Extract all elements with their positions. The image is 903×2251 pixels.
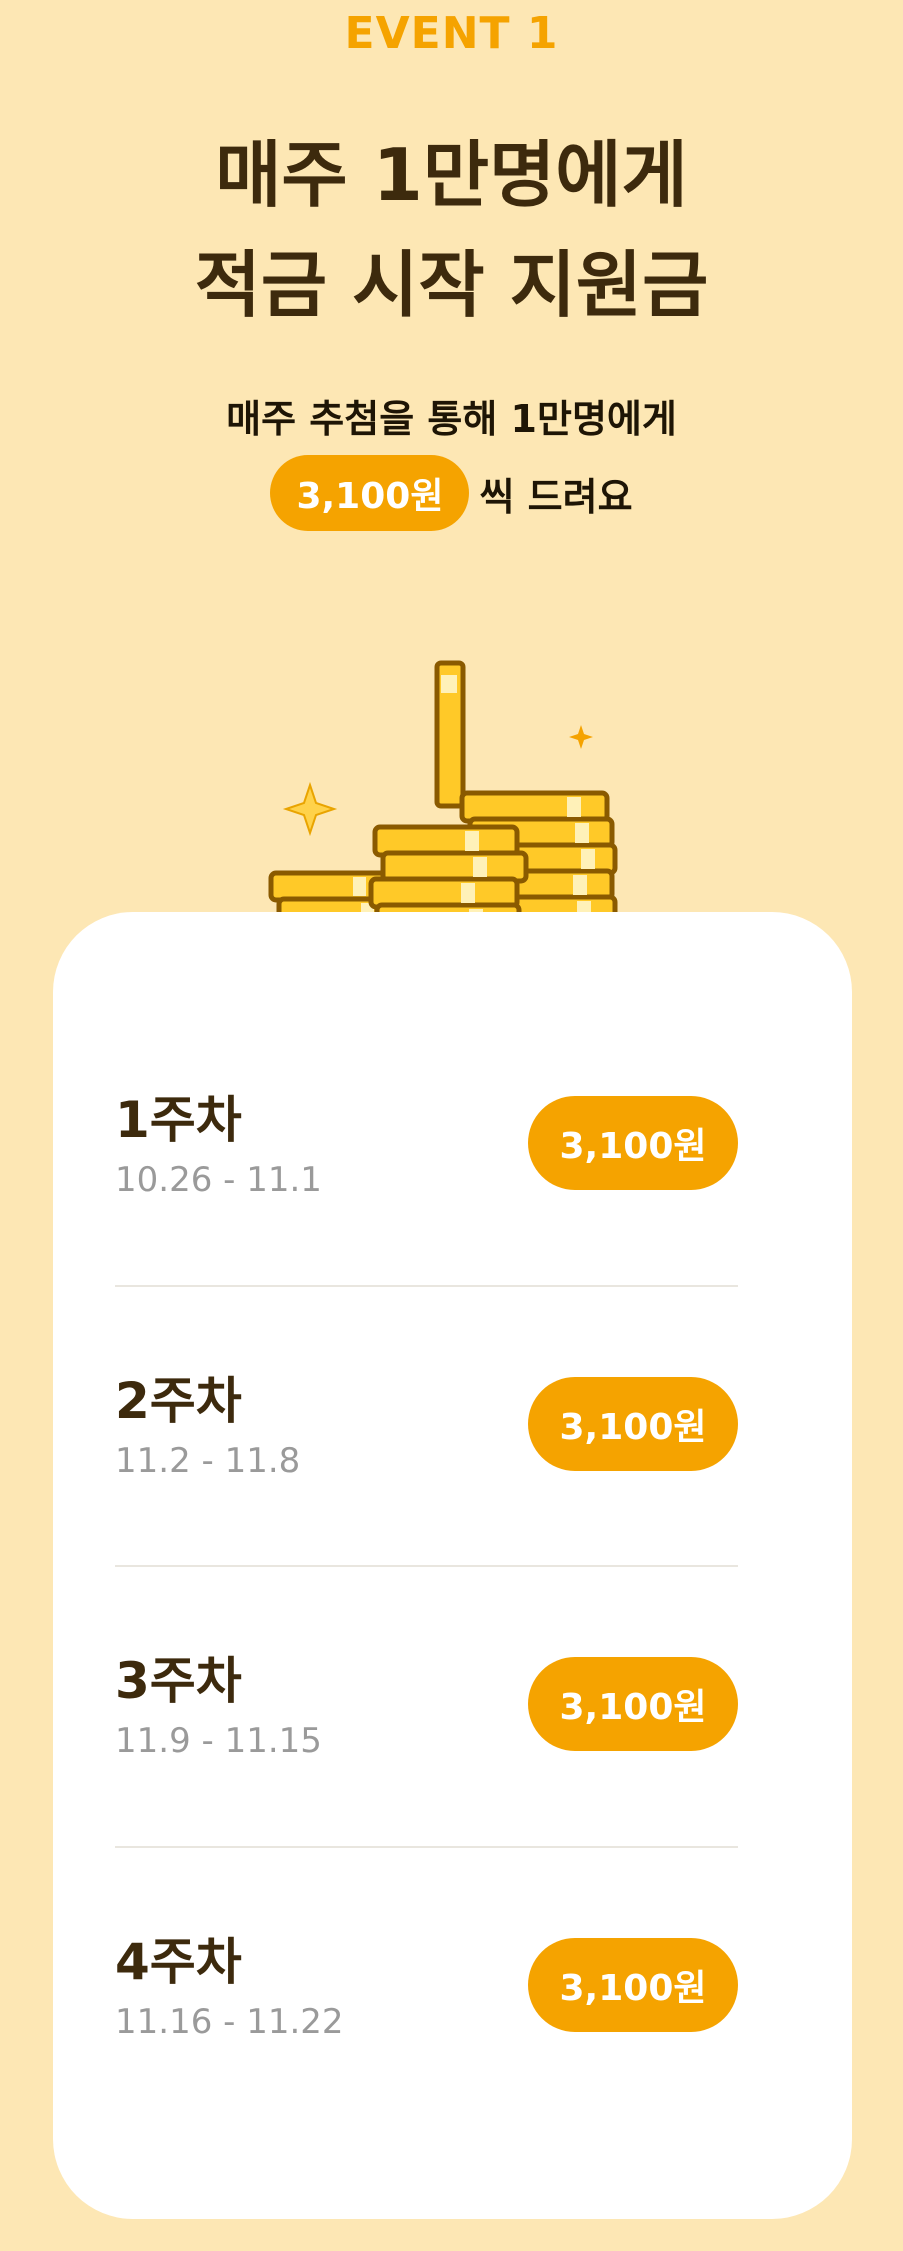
week-title: 2주차: [115, 1372, 242, 1430]
amount-badge: 3,100원: [270, 455, 470, 531]
divider: [115, 1565, 738, 1567]
week-dates: 11.9 - 11.15: [115, 1721, 322, 1761]
divider: [115, 1285, 738, 1287]
event-label: EVENT 1: [344, 8, 559, 59]
week-amount-badge: 3,100원: [528, 1657, 738, 1751]
week-row-2: 2주차 11.2 - 11.8 3,100원: [115, 1361, 738, 1641]
week-amount-badge: 3,100원: [528, 1096, 738, 1190]
week-row-1: 1주차 10.26 - 11.1 3,100원: [115, 1080, 738, 1360]
headline-line-2: 적금 시작 지원금: [194, 243, 709, 327]
week-title: 4주차: [115, 1933, 242, 1991]
week-amount-badge: 3,100원: [528, 1377, 738, 1471]
week-row-4: 4주차 11.16 - 11.22 3,100원: [115, 1922, 738, 2202]
week-dates: 11.2 - 11.8: [115, 1441, 301, 1481]
week-title: 3주차: [115, 1652, 242, 1710]
subtitle-line-1: 매주 추첨을 통해 1만명에게: [226, 397, 677, 441]
week-title: 1주차: [115, 1091, 242, 1149]
week-dates: 11.16 - 11.22: [115, 2002, 344, 2042]
week-amount-badge: 3,100원: [528, 1938, 738, 2032]
subtitle-line-2: 3,100원 씩 드려요: [0, 455, 903, 531]
subtitle-suffix: 씩 드려요: [479, 474, 633, 519]
divider: [115, 1846, 738, 1848]
week-dates: 10.26 - 11.1: [115, 1160, 322, 1200]
headline-line-1: 매주 1만명에게: [215, 133, 688, 217]
page-title: 매주 1만명에게 적금 시작 지원금: [0, 120, 903, 340]
week-row-3: 3주차 11.9 - 11.15 3,100원: [115, 1641, 738, 1921]
